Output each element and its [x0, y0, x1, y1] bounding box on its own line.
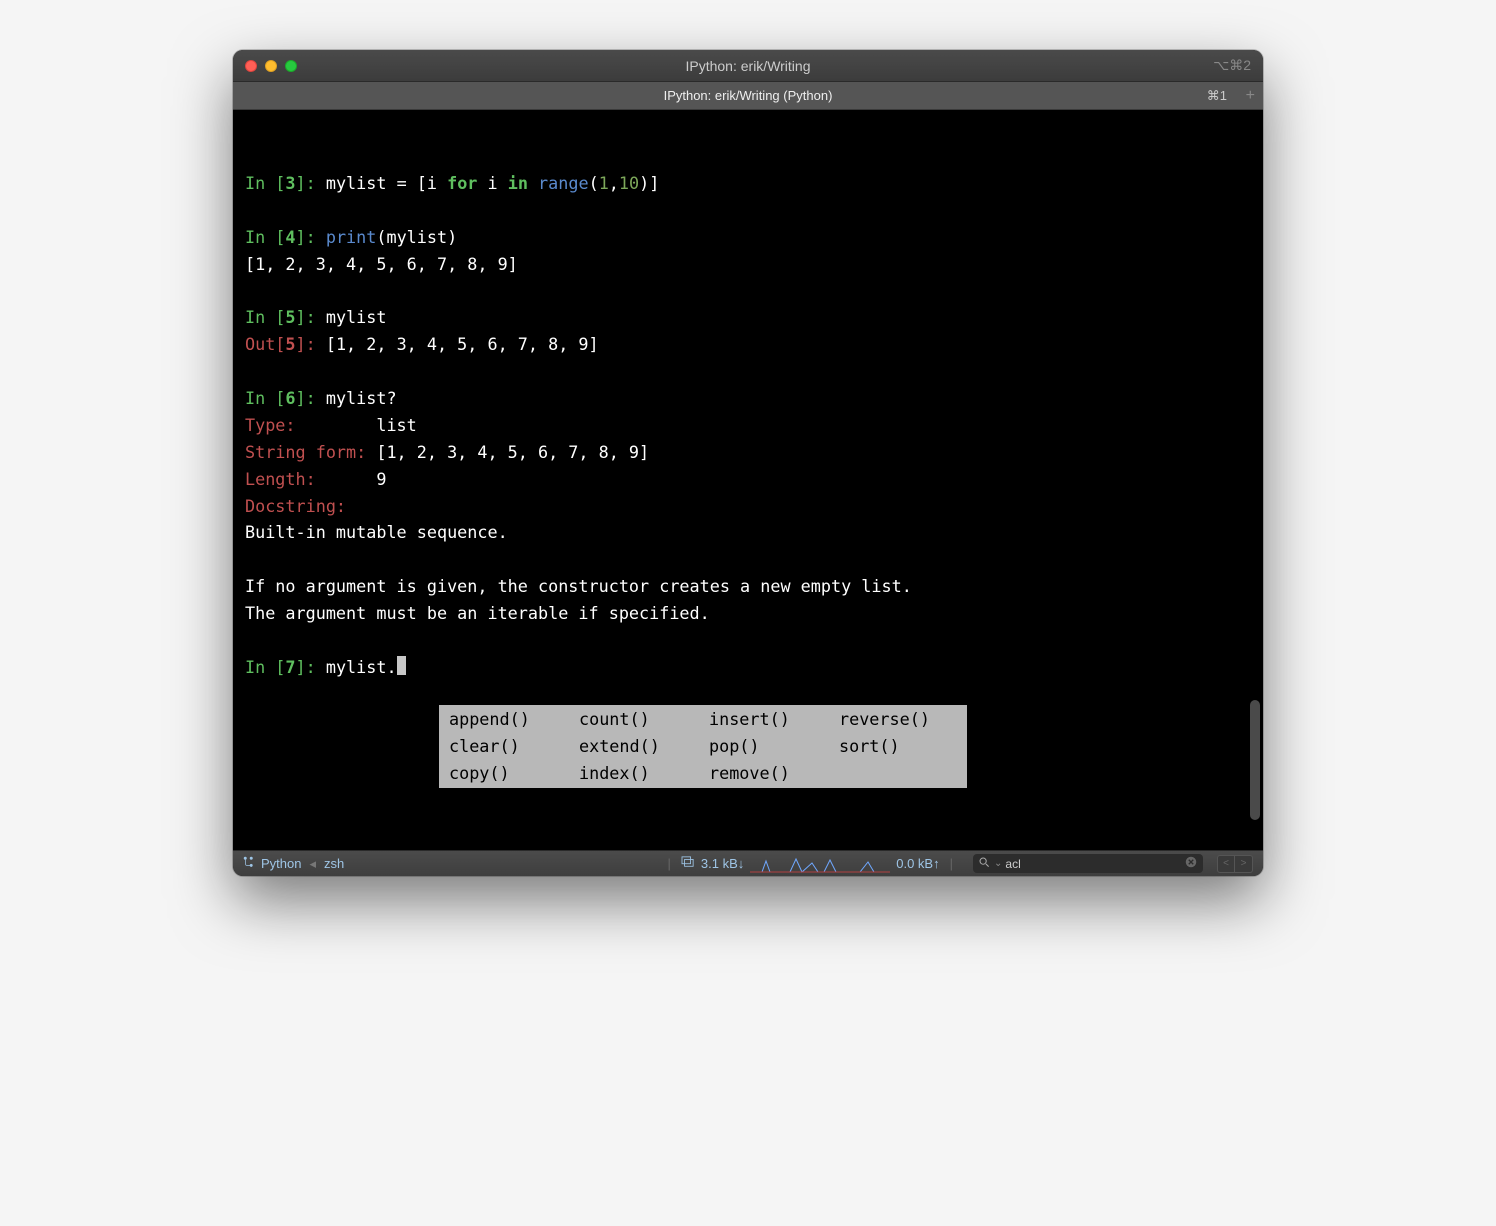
autocomplete-item[interactable]: copy(): [443, 760, 573, 787]
status-network: | 3.1 kB↓ 0.0 kB↑ |: [664, 855, 958, 873]
in-7: In [7]: mylist.: [245, 654, 1251, 681]
network-icon: [681, 856, 695, 871]
close-icon[interactable]: [245, 60, 257, 72]
docstring-line: Built-in mutable sequence.: [245, 519, 1251, 546]
clear-search-icon[interactable]: [1185, 856, 1197, 871]
minimize-icon[interactable]: [265, 60, 277, 72]
net-up: 0.0 kB↑: [896, 856, 939, 871]
tab-bar: IPython: erik/Writing (Python) ⌘1 +: [233, 82, 1263, 110]
in-3: In [3]: mylist = [i for i in range(1,10)…: [245, 170, 1251, 197]
info-docstring-label: Docstring:: [245, 493, 1251, 520]
autocomplete-item[interactable]: clear(): [443, 733, 573, 760]
terminal-window: IPython: erik/Writing ⌥⌘2 IPython: erik/…: [233, 50, 1263, 876]
scrollbar[interactable]: [1250, 700, 1260, 820]
info-stringform: String form: [1, 2, 3, 4, 5, 6, 7, 8, 9]: [245, 439, 1251, 466]
search-prev-button[interactable]: <: [1217, 855, 1235, 873]
new-tab-button[interactable]: +: [1246, 87, 1255, 105]
autocomplete-item[interactable]: remove(): [703, 760, 833, 787]
search-icon: [979, 857, 990, 871]
autocomplete-item[interactable]: reverse(): [833, 706, 963, 733]
autocomplete-item[interactable]: index(): [573, 760, 703, 787]
tab-shortcut: ⌘1: [1207, 88, 1227, 104]
info-type: Type: list: [245, 412, 1251, 439]
autocomplete-item[interactable]: insert(): [703, 706, 833, 733]
search-value: acl: [1005, 857, 1020, 871]
traffic-lights: [233, 60, 297, 72]
search-nav: < >: [1217, 855, 1253, 873]
branch-icon: [243, 856, 255, 871]
cursor: [397, 656, 406, 675]
status-shell: zsh: [324, 856, 344, 871]
chevron-down-icon[interactable]: ⌄: [994, 858, 1002, 869]
autocomplete-item[interactable]: count(): [573, 706, 703, 733]
titlebar[interactable]: IPython: erik/Writing ⌥⌘2: [233, 50, 1263, 82]
autocomplete-popup[interactable]: append() count() insert() reverse() clea…: [439, 705, 967, 788]
info-length: Length: 9: [245, 466, 1251, 493]
in-6: In [6]: mylist?: [245, 385, 1251, 412]
arrow-left-icon: ◂: [309, 856, 316, 872]
autocomplete-item[interactable]: sort(): [833, 733, 963, 760]
in-5: In [5]: mylist: [245, 304, 1251, 331]
search-next-button[interactable]: >: [1235, 855, 1253, 873]
window-shortcut: ⌥⌘2: [1213, 57, 1251, 74]
docstring-line: If no argument is given, the constructor…: [245, 573, 1251, 600]
tab-ipython[interactable]: IPython: erik/Writing (Python): [233, 88, 1263, 103]
terminal-content[interactable]: In [3]: mylist = [i for i in range(1,10)…: [233, 110, 1263, 850]
in-4: In [4]: print(mylist): [245, 224, 1251, 251]
autocomplete-item[interactable]: append(): [443, 706, 573, 733]
status-process[interactable]: Python ◂ zsh: [243, 856, 344, 872]
sparkline: [750, 855, 890, 873]
status-bar: Python ◂ zsh | 3.1 kB↓ 0.0 kB↑ | ⌄ acl: [233, 850, 1263, 876]
window-title: IPython: erik/Writing: [233, 58, 1263, 74]
status-search[interactable]: ⌄ acl: [973, 854, 1203, 873]
zoom-icon[interactable]: [285, 60, 297, 72]
docstring-line: The argument must be an iterable if spec…: [245, 600, 1251, 627]
out-4-text: [1, 2, 3, 4, 5, 6, 7, 8, 9]: [245, 251, 1251, 278]
autocomplete-item[interactable]: extend(): [573, 733, 703, 760]
net-down: 3.1 kB↓: [701, 856, 744, 871]
out-5: Out[5]: [1, 2, 3, 4, 5, 6, 7, 8, 9]: [245, 331, 1251, 358]
status-process-name: Python: [261, 856, 301, 871]
autocomplete-item[interactable]: pop(): [703, 733, 833, 760]
